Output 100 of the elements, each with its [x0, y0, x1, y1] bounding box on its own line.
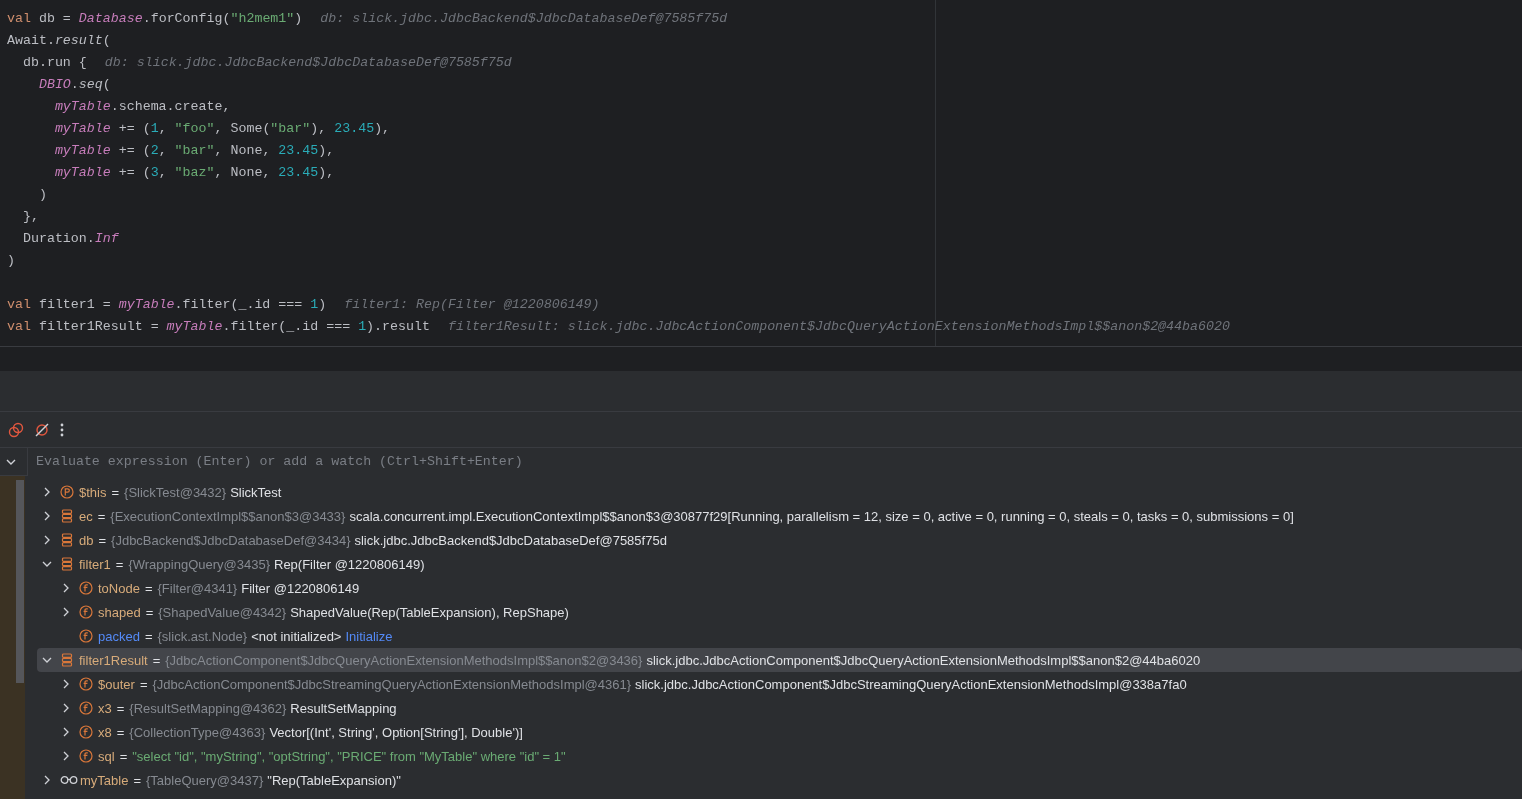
type-label: {JdbcBackend$JdbcDatabaseDef@3434} — [111, 532, 351, 548]
inlay-hint: filter1Result: slick.jdbc.JdbcActionComponent$JdbcQueryActionExtensionMethodsImpl$$anon$2@44ba6020 — [447, 318, 1230, 336]
stack-icon — [60, 653, 74, 667]
variable-name: toNode — [98, 580, 140, 596]
code-line: myTable += (1, "foo", Some("bar"), 23.45), — [53, 120, 391, 138]
value-text: slick.jdbc.JdbcActionComponent$JdbcQueryActionExtensionMethodsImpl$$anon$2@44ba6020 — [646, 652, 1201, 668]
variable-name: sql — [98, 748, 115, 764]
field-icon — [79, 701, 93, 715]
variable-name: $this — [79, 484, 107, 500]
inlay-hint: db: slick.jdbc.JdbcBackend$JdbcDatabaseDef@7585f75d — [320, 10, 728, 28]
value-text: ResultSetMapping — [290, 700, 397, 716]
equals-sign: = — [97, 508, 106, 524]
variable-row[interactable]: db = {JdbcBackend$JdbcDatabaseDef@3434} slick.jdbc.JdbcBackend$JdbcDatabaseDef@7585f75d — [37, 528, 1522, 552]
variable-name: packed — [98, 628, 140, 644]
field-icon — [79, 605, 93, 619]
variable-row[interactable]: filter1 = {WrappingQuery@3435} Rep(Filter @1220806149) — [37, 552, 1522, 576]
code-line: DBIO.seq( — [37, 76, 111, 94]
type-label: {Filter@4341} — [157, 580, 238, 596]
variable-name: x3 — [98, 700, 112, 716]
equals-sign: = — [152, 652, 161, 668]
field-icon — [79, 749, 93, 763]
field-icon — [79, 677, 93, 691]
variable-name: shaped — [98, 604, 141, 620]
variable-name: db — [79, 532, 94, 548]
value-text: Rep(Filter @1220806149) — [274, 556, 425, 572]
type-label: {SlickTest@3432} — [124, 484, 227, 500]
variable-name: filter1Result — [79, 652, 148, 668]
code-line: myTable += (2, "bar", None, 23.45), — [53, 142, 335, 160]
code-line: }, — [21, 208, 39, 226]
code-line: val filter1Result = myTable.filter(_.id === 1).result — [7, 318, 430, 336]
equals-sign: = — [119, 748, 128, 764]
equals-sign: = — [133, 772, 141, 788]
linked-circles-icon[interactable] — [8, 421, 24, 438]
equals-sign: = — [111, 484, 120, 500]
variable-name: myTable — [80, 772, 129, 788]
variable-name: ec — [79, 508, 93, 524]
code-line: Duration.Inf — [21, 230, 119, 248]
type-label: {ShapedValue@4342} — [158, 604, 287, 620]
crossed-circle-icon[interactable] — [34, 421, 50, 438]
variable-row[interactable]: myTable = {TableQuery@3437} "Rep(TableExpansion)" — [37, 768, 1522, 792]
field-icon — [79, 629, 93, 643]
type-label: {JdbcActionComponent$JdbcStreamingQueryActionExtensionMethodsImpl@4361} — [152, 676, 632, 692]
code-line: val filter1 = myTable.filter(_.id === 1) — [7, 296, 327, 314]
equals-sign: = — [115, 556, 124, 572]
stack-icon — [60, 533, 74, 547]
code-line: db.run { — [21, 54, 87, 72]
stack-icon — [60, 509, 74, 523]
value-text: Vector[(Int', String', Option[String'], Double')] — [269, 724, 523, 740]
value-text: Filter @1220806149 — [241, 580, 360, 596]
value-text: slick.jdbc.JdbcBackend$JdbcDatabaseDef@7585f75d — [354, 532, 667, 548]
variable-name: $outer — [98, 676, 135, 692]
scrollbar-thumb[interactable] — [16, 480, 24, 683]
type-label: {slick.ast.Node} — [157, 628, 248, 644]
type-label: {WrappingQuery@3435} — [128, 556, 270, 572]
variable-row[interactable]: x8 = {CollectionType@4363} Vector[(Int', String', Option[String'], Double')] — [37, 720, 1522, 744]
type-label: {TableQuery@3437} — [146, 772, 264, 788]
value-text: SlickTest — [230, 484, 282, 500]
more-icon[interactable] — [60, 421, 64, 438]
equals-sign: = — [116, 700, 125, 716]
variable-row[interactable]: shaped = {ShapedValue@4342} ShapedValue(Rep(TableExpansion), RepShape) — [37, 600, 1522, 624]
value-text: "Rep(TableExpansion)" — [267, 772, 401, 788]
initialize-link[interactable]: Initialize — [345, 628, 393, 644]
type-label: {JdbcActionComponent$JdbcQueryActionExtensionMethodsImpl$$anon$2@3436} — [165, 652, 643, 668]
field-icon — [79, 581, 93, 595]
selected-variable-row[interactable]: filter1Result = {JdbcActionComponent$JdbcQueryActionExtensionMethodsImpl$$anon$2@3436} slick.jdbc.JdbcActionComponent$JdbcQueryActionExtensionMethodsImpl$$anon$2@44ba6020 — [37, 648, 1522, 672]
code-line: myTable.schema.create, — [53, 98, 231, 116]
inlay-hint: db: slick.jdbc.JdbcBackend$JdbcDatabaseDef@7585f75d — [104, 54, 512, 72]
type-label: {ResultSetMapping@4362} — [129, 700, 287, 716]
equals-sign: = — [144, 628, 153, 644]
code-line: ) — [37, 186, 47, 204]
equals-sign: = — [144, 580, 153, 596]
code-line: val db = Database.forConfig("h2mem1") — [7, 10, 303, 28]
variable-row[interactable]: $this = {SlickTest@3432} SlickTest — [37, 480, 1522, 504]
variable-row[interactable]: packed = {slick.ast.Node} <not initialized> Initialize — [37, 624, 1522, 648]
equals-sign: = — [98, 532, 107, 548]
variable-row[interactable]: $outer = {JdbcActionComponent$JdbcStreamingQueryActionExtensionMethodsImpl@4361} slick.jdbc.JdbcActionComponent$JdbcStreamingQueryActionExtensionMethodsImpl@338a7fa0 — [37, 672, 1522, 696]
value-text: slick.jdbc.JdbcActionComponent$JdbcStreamingQueryActionExtensionMethodsImpl@338a7fa0 — [635, 676, 1187, 692]
value-text: scala.concurrent.impl.ExecutionContextImpl$$anon$3@30877f29[Running, parallelism = 12, size = 0, active = 0, running = 0, steals = 0, tasks = 0, submissions = 0] — [349, 508, 1294, 524]
variable-name: filter1 — [79, 556, 111, 572]
inlay-hint: filter1: Rep(Filter @1220806149) — [344, 296, 600, 314]
value-text: ShapedValue(Rep(TableExpansion), RepShape) — [290, 604, 569, 620]
stack-icon — [60, 557, 74, 571]
variable-row[interactable]: toNode = {Filter@4341} Filter @1220806149 — [37, 576, 1522, 600]
parameter-icon — [60, 485, 74, 499]
value-text: <not initialized> — [251, 628, 342, 644]
variable-row[interactable]: x3 = {ResultSetMapping@4362} ResultSetMapping — [37, 696, 1522, 720]
code-line: Await.result( — [7, 32, 111, 50]
variable-row[interactable]: sql = "select "id", "myString", "optString", "PRICE" from "MyTable" where "id" = 1" — [37, 744, 1522, 768]
code-line: myTable += (3, "baz", None, 23.45), — [53, 164, 335, 182]
type-label: {ExecutionContextImpl$$anon$3@3433} — [110, 508, 346, 524]
string-value: "select "id", "myString", "optString", "PRICE" from "MyTable" where "id" = 1" — [132, 748, 566, 764]
evaluate-expression-field[interactable]: Evaluate expression (Enter) or add a watch (Ctrl+Shift+Enter) — [27, 447, 1522, 476]
variable-name: x8 — [98, 724, 112, 740]
type-label: {CollectionType@4363} — [129, 724, 266, 740]
code-line: ) — [7, 252, 15, 270]
equals-sign: = — [116, 724, 125, 740]
equals-sign: = — [145, 604, 154, 620]
field-icon — [79, 725, 93, 739]
glasses-icon — [60, 775, 78, 785]
equals-sign: = — [139, 676, 148, 692]
